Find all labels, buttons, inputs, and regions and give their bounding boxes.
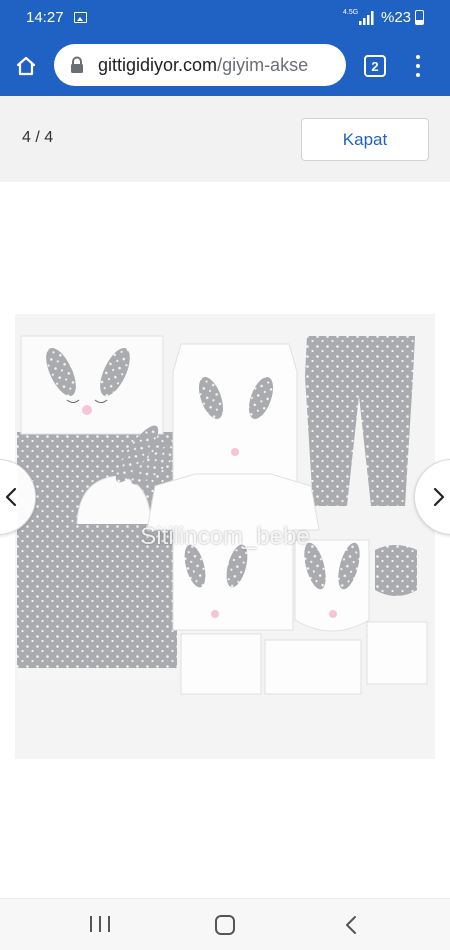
home-icon	[16, 56, 36, 76]
image-counter: 4 / 4	[22, 129, 54, 146]
gallery-icon	[74, 12, 87, 23]
url-path: /giyim-akse	[217, 54, 309, 75]
status-bar: 14:27 4.5G %23	[0, 0, 450, 36]
url-text: gittigidiyor.com/giyim-akse	[98, 55, 308, 76]
browser-toolbar: gittigidiyor.com/giyim-akse 2	[0, 36, 450, 96]
back-icon[interactable]	[342, 915, 360, 935]
address-bar[interactable]: gittigidiyor.com/giyim-akse	[54, 44, 346, 86]
battery-level: %23	[381, 9, 412, 26]
url-domain: gittigidiyor.com	[98, 54, 218, 75]
more-vert-icon[interactable]	[410, 52, 426, 80]
network-type: 4.5G	[343, 9, 359, 16]
signal-icon	[359, 11, 374, 25]
home-icon[interactable]	[215, 915, 235, 935]
recents-icon[interactable]	[90, 916, 110, 934]
status-time: 14:27	[26, 9, 64, 26]
chevron-left-icon	[5, 487, 17, 507]
tab-count: 2	[371, 58, 379, 74]
close-button[interactable]: Kapat	[301, 118, 429, 161]
home-button[interactable]	[10, 50, 42, 82]
watermark-text: Sitilincom_bebe	[140, 523, 310, 550]
system-navigation-bar	[0, 898, 450, 950]
tabs-button[interactable]: 2	[364, 55, 386, 77]
battery-icon	[415, 10, 424, 25]
chevron-right-icon	[433, 487, 445, 507]
lock-icon	[70, 55, 88, 75]
